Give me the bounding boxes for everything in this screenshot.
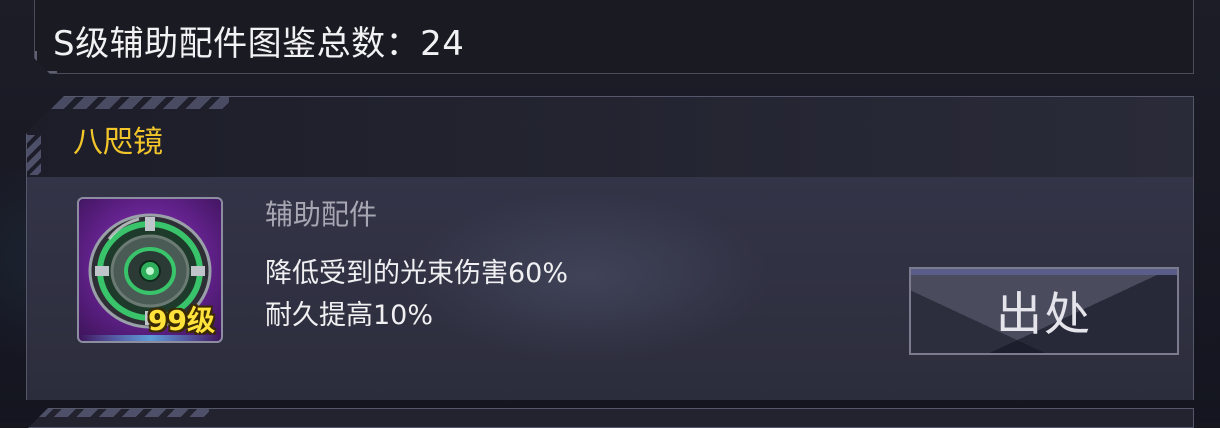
item-effect: 降低受到的光束伤害60% [265,258,569,289]
item-category: 辅助配件 [265,198,378,231]
item-level-badge: 99级 [148,304,215,337]
item-card: 八咫镜 99级 辅助配件 降低受到的光束伤害60% 耐久提高10% 出处 [26,96,1194,400]
source-button-label: 出处 [996,287,1092,341]
shield-mirror-icon[interactable]: 99级 [77,197,223,343]
page-title: S级辅助配件图鉴总数：24 [53,24,465,64]
next-card-stripe-decoration [39,409,209,417]
source-button[interactable]: 出处 [909,267,1179,355]
item-card-header: 八咫镜 [27,97,1193,177]
header-bar: S级辅助配件图鉴总数：24 [34,0,1194,74]
header-stripe-decoration [39,97,229,109]
item-name: 八咫镜 [73,125,163,160]
item-effect: 耐久提高10% [265,300,434,331]
next-item-card [26,408,1194,428]
header-stripe-decoration-left [27,135,41,175]
